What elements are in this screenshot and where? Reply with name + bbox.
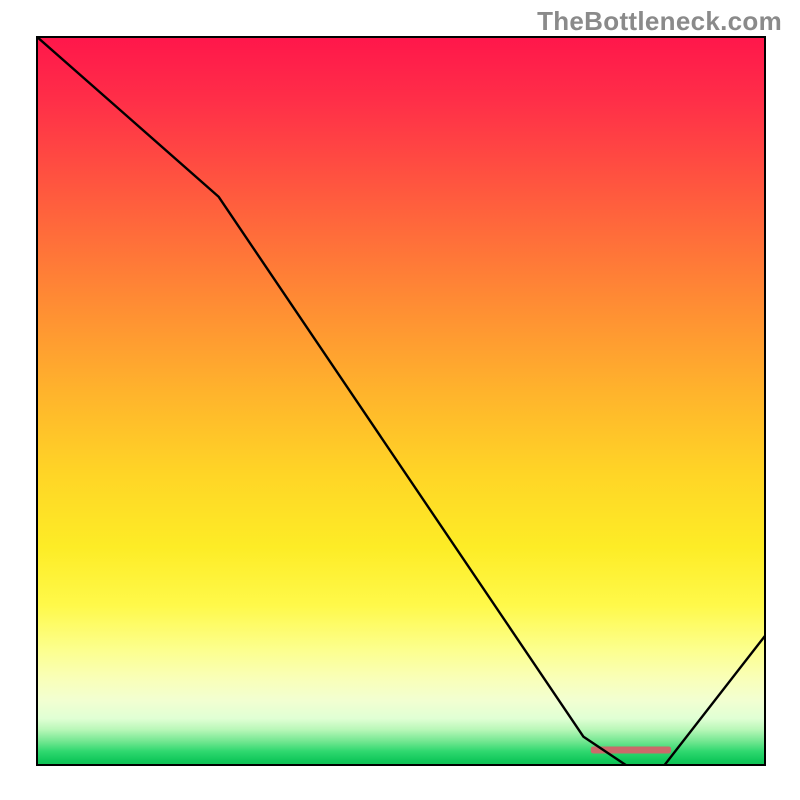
- plot-area: [36, 36, 766, 766]
- watermark-label: TheBottleneck.com: [537, 6, 782, 37]
- series-curve: [36, 36, 766, 766]
- chart-svg: [36, 36, 766, 766]
- chart-container: TheBottleneck.com: [0, 0, 800, 800]
